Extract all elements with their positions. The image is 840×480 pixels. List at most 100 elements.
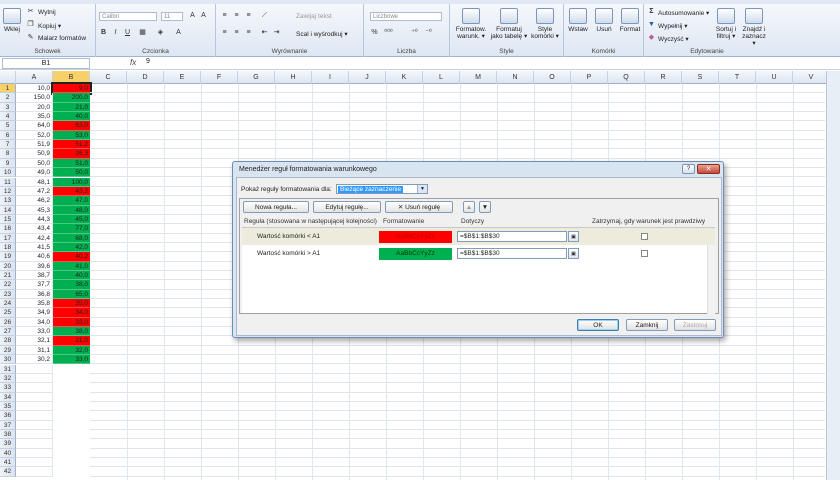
- insert-function-icon[interactable]: fx: [130, 58, 136, 67]
- delete-cells-button[interactable]: Usuń: [592, 8, 616, 33]
- row-header[interactable]: 15: [0, 214, 16, 225]
- row-header[interactable]: 5: [0, 121, 16, 131]
- cell-b[interactable]: 48,0: [53, 205, 90, 215]
- chevron-down-icon[interactable]: ▼: [417, 185, 427, 193]
- cell-a[interactable]: 40,6: [16, 252, 53, 262]
- cell-b[interactable]: 41,0: [53, 261, 90, 271]
- row-header[interactable]: 2: [0, 93, 16, 103]
- range-picker-icon[interactable]: ▣: [568, 231, 579, 242]
- cell-a[interactable]: 43,4: [16, 224, 53, 234]
- row-header[interactable]: 4: [0, 112, 16, 122]
- column-header[interactable]: A: [16, 71, 53, 84]
- row-header[interactable]: 28: [0, 336, 16, 346]
- cell-a[interactable]: 34,9: [16, 308, 53, 318]
- column-header[interactable]: U: [756, 71, 793, 84]
- cell-a[interactable]: 31,1: [16, 345, 53, 356]
- cell-a[interactable]: 51,9: [16, 140, 53, 150]
- cell-a[interactable]: 46,2: [16, 196, 53, 206]
- column-header[interactable]: D: [127, 71, 164, 84]
- row-header[interactable]: 41: [0, 458, 16, 468]
- row-header[interactable]: 10: [0, 168, 16, 178]
- cell-a[interactable]: [16, 429, 53, 440]
- column-header[interactable]: Q: [608, 71, 645, 84]
- cell-a[interactable]: 150,0: [16, 93, 53, 103]
- row-header[interactable]: 11: [0, 177, 16, 187]
- cell-a[interactable]: 36,8: [16, 289, 53, 300]
- row-header[interactable]: 35: [0, 401, 16, 412]
- range-picker-icon[interactable]: ▣: [568, 248, 579, 259]
- row-header[interactable]: 18: [0, 242, 16, 253]
- select-all-corner[interactable]: [0, 71, 16, 84]
- cell-b[interactable]: 77,0: [53, 224, 90, 234]
- cell-a[interactable]: 35,8: [16, 299, 53, 309]
- row-header[interactable]: 13: [0, 196, 16, 206]
- cell-a[interactable]: 47,2: [16, 186, 53, 197]
- name-box[interactable]: B1: [2, 58, 90, 69]
- cell-a[interactable]: [16, 411, 53, 421]
- cell-b[interactable]: 42,0: [53, 242, 90, 253]
- cell-a[interactable]: 37,7: [16, 280, 53, 290]
- help-button[interactable]: ?: [682, 164, 695, 174]
- column-header[interactable]: J: [349, 71, 386, 84]
- sort-filter-button[interactable]: Sortuj i filtruj ▾: [712, 8, 740, 40]
- cell-b[interactable]: 43,2: [53, 186, 90, 197]
- align-right-icon[interactable]: ≡: [244, 29, 253, 37]
- column-header[interactable]: B: [53, 71, 90, 84]
- thousands-separator-icon[interactable]: ⁰⁰⁰: [384, 29, 393, 37]
- cell-b[interactable]: [53, 439, 90, 449]
- row-header[interactable]: 38: [0, 429, 16, 440]
- row-header[interactable]: 39: [0, 439, 16, 449]
- cell-b[interactable]: 40,2: [53, 252, 90, 262]
- new-rule-button[interactable]: Nowa reguła...: [243, 201, 309, 213]
- orientation-icon[interactable]: ⟋: [260, 12, 269, 20]
- cell-a[interactable]: [16, 439, 53, 449]
- row-header[interactable]: 40: [0, 448, 16, 458]
- column-header[interactable]: P: [571, 71, 608, 84]
- column-header[interactable]: E: [164, 71, 201, 84]
- align-top-icon[interactable]: ≡: [220, 12, 229, 20]
- find-select-button[interactable]: Znajdź i zaznacz ▾: [740, 8, 768, 47]
- row-header[interactable]: 25: [0, 308, 16, 318]
- cell-b[interactable]: [53, 430, 90, 440]
- row-header[interactable]: 34: [0, 392, 16, 402]
- stop-if-true-checkbox[interactable]: [641, 233, 648, 240]
- cell-a[interactable]: 35,0: [16, 112, 53, 122]
- row-header[interactable]: 12: [0, 186, 16, 197]
- row-header[interactable]: 19: [0, 252, 16, 262]
- merge-center-button[interactable]: Scal i wyśrodkuj ▾: [296, 30, 348, 38]
- cell-a[interactable]: 44,3: [16, 214, 53, 225]
- paste-button[interactable]: Wklej: [2, 8, 22, 33]
- increase-indent-icon[interactable]: ⇥: [272, 29, 281, 37]
- format-painter-button[interactable]: Malarz formatów: [38, 35, 86, 42]
- row-header[interactable]: 1: [0, 84, 16, 94]
- copy-button[interactable]: Kopiuj ▾: [38, 22, 61, 30]
- cell-a[interactable]: [16, 392, 53, 402]
- percent-button[interactable]: %: [370, 29, 379, 37]
- column-header[interactable]: N: [497, 71, 534, 84]
- font-color-icon[interactable]: A: [174, 29, 183, 37]
- row-header[interactable]: 30: [0, 355, 16, 365]
- row-header[interactable]: 20: [0, 261, 16, 271]
- cell-b[interactable]: 33,0: [53, 355, 90, 365]
- cell-a[interactable]: 20,0: [16, 102, 53, 113]
- cell-a[interactable]: 33,0: [16, 327, 53, 337]
- column-header[interactable]: I: [312, 71, 349, 84]
- show-rules-select[interactable]: Bieżące zaznaczenie ▼: [336, 184, 428, 194]
- cell-a[interactable]: [16, 373, 53, 384]
- grow-font-icon[interactable]: A: [188, 12, 197, 20]
- cell-b[interactable]: 32,0: [53, 345, 90, 356]
- row-header[interactable]: 16: [0, 224, 16, 234]
- column-header[interactable]: S: [682, 71, 719, 84]
- row-header[interactable]: 26: [0, 317, 16, 328]
- cell-b[interactable]: [53, 449, 90, 458]
- align-center-icon[interactable]: ≡: [232, 29, 241, 37]
- column-header[interactable]: F: [201, 71, 238, 84]
- increase-decimal-icon[interactable]: ⁺⁰: [410, 29, 419, 37]
- cell-a[interactable]: 10,0: [16, 84, 53, 94]
- column-header[interactable]: V: [793, 71, 830, 84]
- cell-a[interactable]: [16, 467, 53, 477]
- cell-a[interactable]: 32,1: [16, 336, 53, 346]
- cell-a[interactable]: [16, 401, 53, 412]
- cell-b[interactable]: 34,0: [53, 308, 90, 318]
- row-header[interactable]: 23: [0, 289, 16, 300]
